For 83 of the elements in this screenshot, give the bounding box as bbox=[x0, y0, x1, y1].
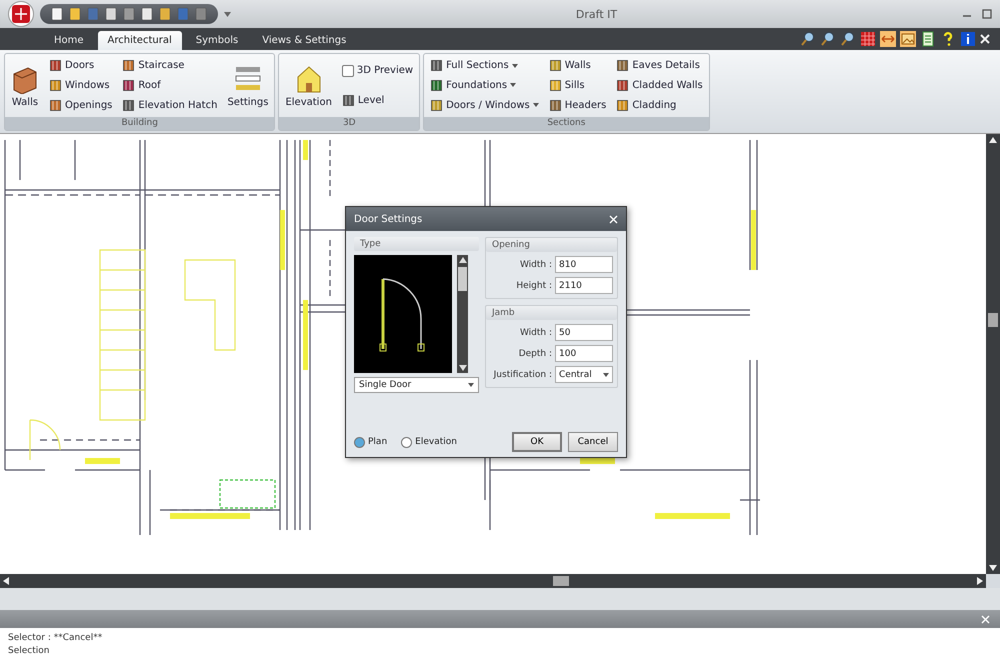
preview-scrollbar[interactable] bbox=[457, 255, 468, 373]
scroll-thumb[interactable] bbox=[988, 313, 998, 327]
caret-icon bbox=[532, 103, 539, 108]
arrows-icon[interactable] bbox=[880, 31, 896, 47]
field-label: Width : bbox=[520, 328, 552, 338]
scroll-down-icon[interactable] bbox=[989, 565, 997, 571]
field-label: Depth : bbox=[518, 348, 552, 358]
ribbon-button[interactable]: Elevation bbox=[283, 62, 334, 110]
ribbon-button[interactable]: Elevation Hatch bbox=[120, 98, 220, 113]
window-title: Draft IT bbox=[574, 8, 618, 20]
application-button[interactable] bbox=[8, 1, 34, 27]
panel-header: Opening bbox=[486, 238, 617, 252]
ribbon-button[interactable]: Level bbox=[340, 92, 416, 108]
ribbon-button[interactable]: Doors bbox=[47, 58, 114, 74]
ribbon-button[interactable]: Openings bbox=[47, 98, 114, 113]
scroll-up-icon[interactable] bbox=[458, 257, 466, 263]
ribbon-tab[interactable]: Architectural bbox=[98, 31, 182, 50]
radio-option[interactable]: Plan bbox=[354, 436, 388, 448]
group-title: Building bbox=[5, 117, 274, 130]
scroll-thumb[interactable] bbox=[553, 576, 569, 586]
input-field[interactable]: 100 bbox=[555, 345, 613, 362]
caret-icon bbox=[468, 383, 474, 387]
grid-icon[interactable] bbox=[860, 31, 876, 47]
dropdown-field[interactable]: Central bbox=[555, 366, 613, 383]
ribbon-tab[interactable]: Views & Settings bbox=[252, 31, 356, 50]
ribbon-button[interactable]: Eaves Details bbox=[614, 58, 705, 74]
scroll-left-icon[interactable] bbox=[3, 577, 9, 585]
ribbon-button[interactable]: Roof bbox=[120, 78, 220, 93]
ribbon-button[interactable]: Cladding bbox=[614, 98, 705, 113]
radio-button[interactable] bbox=[354, 436, 365, 448]
radio-button[interactable] bbox=[401, 436, 412, 448]
ribbon-button[interactable]: Sills bbox=[546, 78, 608, 93]
panel-header: Jamb bbox=[486, 306, 617, 320]
scroll-up-icon[interactable] bbox=[989, 137, 997, 143]
checkbox[interactable] bbox=[342, 64, 354, 76]
door-type-dropdown[interactable]: Single Door bbox=[354, 377, 479, 393]
group-title: 3D bbox=[279, 117, 420, 130]
ribbon-tab[interactable]: Symbols bbox=[186, 31, 248, 50]
command-line: Selection bbox=[8, 645, 50, 658]
dialog-button[interactable]: Cancel bbox=[568, 432, 618, 452]
input-field[interactable]: 810 bbox=[555, 256, 613, 273]
ribbon-button[interactable]: Walls bbox=[9, 62, 41, 110]
horizontal-scrollbar[interactable] bbox=[0, 574, 986, 588]
field-label: Width : bbox=[520, 260, 552, 270]
ribbon-button[interactable]: Walls bbox=[546, 58, 608, 74]
caret-icon bbox=[512, 64, 518, 68]
caret-icon bbox=[603, 372, 609, 376]
scroll-right-icon[interactable] bbox=[977, 577, 983, 585]
dropdown-button[interactable]: Foundations bbox=[428, 78, 541, 93]
dialog-title: Door Settings bbox=[354, 214, 422, 224]
group-title: Sections bbox=[424, 117, 709, 130]
dropdown-button[interactable]: Doors / Windows bbox=[428, 98, 541, 113]
field-label: Height : bbox=[516, 280, 552, 290]
close-icon[interactable] bbox=[980, 34, 990, 44]
ribbon-tab[interactable]: Home bbox=[44, 31, 94, 50]
ribbon-button[interactable]: Settings bbox=[225, 62, 270, 110]
ribbon-button[interactable]: Windows bbox=[47, 78, 114, 93]
checkbox-option[interactable]: 3D Preview bbox=[340, 64, 416, 78]
checkbox-label: 3D Preview bbox=[356, 65, 414, 76]
info-icon[interactable] bbox=[960, 31, 976, 47]
ribbon-button[interactable]: Cladded Walls bbox=[614, 78, 705, 93]
caret-icon bbox=[510, 83, 516, 88]
zoom-icon[interactable] bbox=[800, 31, 816, 47]
ribbon-button[interactable]: Headers bbox=[546, 98, 608, 113]
dialog-button[interactable]: OK bbox=[512, 432, 562, 452]
vertical-scrollbar[interactable] bbox=[986, 134, 1000, 574]
house-icon bbox=[294, 64, 323, 94]
input-field[interactable]: 50 bbox=[555, 324, 613, 341]
radio-option[interactable]: Elevation bbox=[401, 436, 457, 448]
scroll-thumb[interactable] bbox=[458, 267, 467, 291]
picture-icon[interactable] bbox=[900, 31, 916, 47]
zoom-icon[interactable] bbox=[820, 31, 836, 47]
dropdown-button[interactable]: Full Sections bbox=[428, 58, 541, 74]
command-line: Selector : **Cancel** bbox=[8, 632, 104, 645]
zoom-icon[interactable] bbox=[840, 31, 856, 47]
ribbon-button[interactable]: Staircase bbox=[120, 58, 220, 74]
field-label: Justification : bbox=[494, 370, 552, 380]
scroll-down-icon[interactable] bbox=[458, 365, 466, 371]
caret-icon[interactable] bbox=[224, 12, 231, 16]
input-field[interactable]: 2110 bbox=[555, 277, 613, 294]
maximize-icon[interactable] bbox=[982, 9, 992, 19]
panel-header: Type bbox=[354, 237, 479, 251]
document-icon[interactable] bbox=[920, 31, 936, 47]
